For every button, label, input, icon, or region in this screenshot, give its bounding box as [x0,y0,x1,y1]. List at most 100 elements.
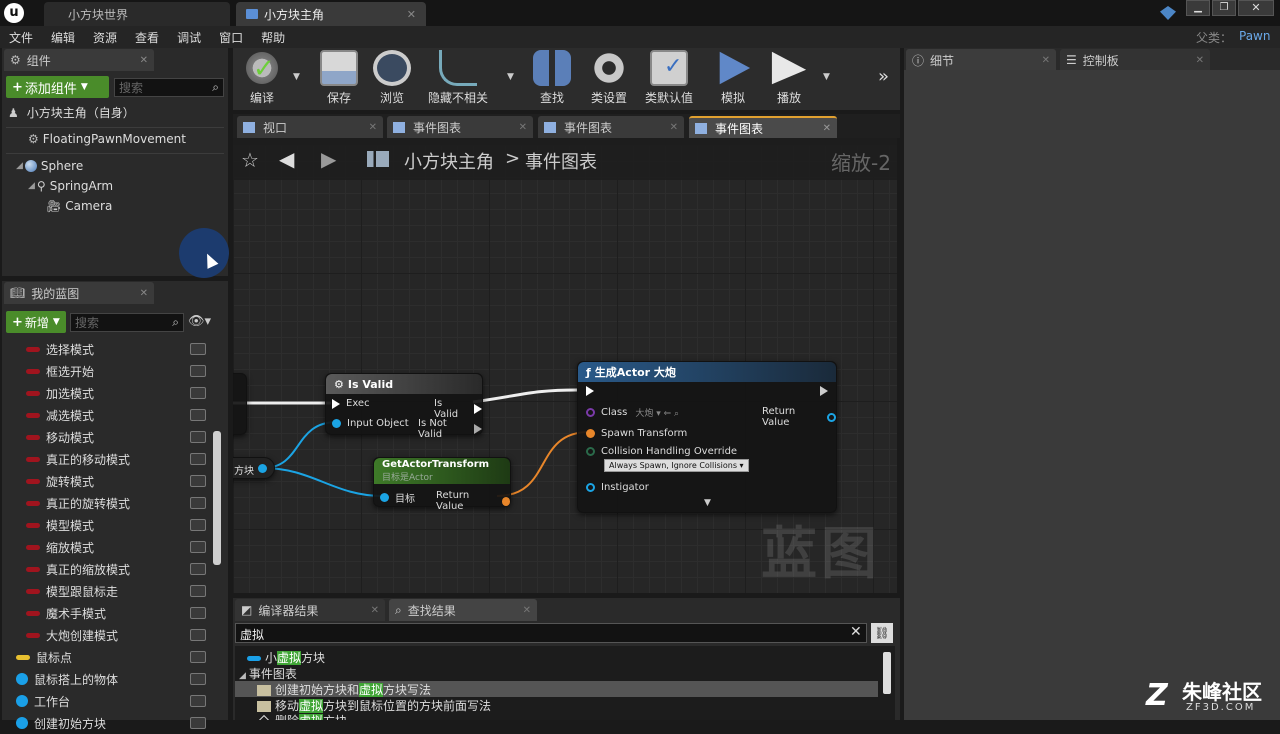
visibility-toggle-icon[interactable] [190,343,206,355]
tab-viewport[interactable]: 视口 ✕ [237,116,383,138]
graph-canvas[interactable]: 方块 ⚙ Is Valid Exec Input Object Is Valid… [233,145,897,593]
menu-debug[interactable]: 调试 [168,29,210,46]
find-all-button[interactable]: ⛓ [871,623,893,643]
variable-item[interactable]: 工作台 [12,690,212,712]
tab-event-graph-2[interactable]: 事件图表 ✕ [538,116,684,138]
pin-instigator[interactable]: Instigator [586,482,649,493]
visibility-toggle-icon[interactable] [190,717,206,729]
tab-event-graph-3[interactable]: 事件图表 ✕ [689,116,837,138]
add-component-button[interactable]: + 添加组件 ▼ [6,76,109,98]
breadcrumb-current[interactable]: 事件图表 [525,148,597,174]
visibility-toggle-icon[interactable] [190,475,206,487]
results-scrollbar[interactable] [883,652,891,694]
variable-item[interactable]: 框选开始 [12,360,212,382]
variable-item[interactable]: 创建初始方块 [12,712,212,734]
visibility-toggle-icon[interactable] [190,431,206,443]
visibility-toggle-icon[interactable] [190,673,206,685]
variable-node[interactable]: 方块 [233,457,275,479]
close-icon[interactable]: ✕ [140,288,148,299]
result-item[interactable]: ◢ 事件图表 [239,665,297,682]
component-item-sphere[interactable]: ◢ Sphere [16,159,83,173]
tab-event-graph-1[interactable]: 事件图表 ✕ [387,116,533,138]
clear-icon[interactable]: ✕ [850,624,862,640]
visibility-toggle-icon[interactable] [190,453,206,465]
visibility-toggle-icon[interactable] [190,563,206,575]
view-options-eye-icon[interactable]: 👁︎▾ [188,314,211,329]
close-icon[interactable]: ✕ [823,123,831,134]
variable-item[interactable]: 模型模式 [12,514,212,536]
close-icon[interactable]: ✕ [1196,55,1204,66]
visibility-toggle-icon[interactable] [190,409,206,421]
hide-options-chevron-icon[interactable]: ▼ [507,72,514,82]
component-item-springarm[interactable]: ◢ ⚲ SpringArm [28,179,113,193]
blueprint-search-input[interactable]: 搜索 ⌕ [70,313,184,332]
pin-is-not-valid[interactable]: Is Not Valid [418,418,482,440]
tab-palette[interactable]: ☰ 控制板 ✕ [1060,49,1210,71]
back-arrow-icon[interactable]: ◀ [279,147,294,171]
close-icon[interactable]: ✕ [1042,55,1050,66]
visibility-toggle-icon[interactable] [190,695,206,707]
pin-target[interactable]: 目标 [380,490,415,505]
find-input[interactable]: 虚拟 ✕ [235,623,867,643]
hide-unrelated-button[interactable]: 隐藏不相关 [425,48,491,110]
collision-dropdown[interactable]: Always Spawn, Ignore Collisions ▾ [604,459,749,472]
class-defaults-button[interactable]: ✓ 类默认值 [641,48,697,110]
expand-pins-icon[interactable]: ▼ [704,498,711,508]
star-icon[interactable]: ☆ [241,148,259,172]
expand-arrow-icon[interactable]: ◢ [16,161,23,171]
class-settings-button[interactable]: 类设置 [583,48,635,110]
result-item-selected[interactable]: 创建初始方块和虚拟方块写法 [235,681,878,697]
variable-item[interactable]: 旋转模式 [12,470,212,492]
toolbar-overflow-icon[interactable]: » [878,66,889,87]
result-item[interactable]: 删除虚拟方块 [235,712,347,720]
component-item-camera[interactable]: 🎥︎ Camera [46,199,112,213]
variable-item[interactable]: 选择模式 [12,338,212,360]
tab-find-results[interactable]: ⌕ 查找结果 ✕ [389,599,537,621]
parent-class-value[interactable]: Pawn [1239,29,1270,43]
close-icon[interactable]: ✕ [369,122,377,133]
compile-options-chevron-icon[interactable]: ▼ [293,72,300,82]
pin-return-value[interactable]: Return Value [762,406,836,428]
expand-arrow-icon[interactable]: ◢ [28,181,35,191]
breadcrumb-root[interactable]: 小方块主角 [404,148,494,174]
variable-item[interactable]: 真正的旋转模式 [12,492,212,514]
find-button[interactable]: 查找 [527,48,577,110]
menu-window[interactable]: 窗口 [210,29,252,46]
pin-is-valid[interactable]: Is Valid [434,398,482,420]
exec-in-pin[interactable] [586,386,594,396]
play-button[interactable]: 播放 [765,48,813,110]
menu-file[interactable]: 文件 [0,29,42,46]
visibility-toggle-icon[interactable] [190,497,206,509]
visibility-toggle-icon[interactable] [190,629,206,641]
visibility-toggle-icon[interactable] [190,651,206,663]
tab-world[interactable]: 小方块世界 [44,2,230,26]
minimize-button[interactable]: ▁ [1186,0,1210,16]
pin-object-out[interactable] [258,464,267,473]
simulate-button[interactable]: 模拟 [707,48,759,110]
result-item[interactable]: 小虚拟方块 [247,649,325,666]
components-tab[interactable]: ⚙ 组件 ✕ [4,49,154,71]
unreal-logo-icon[interactable]: u [4,3,24,23]
pin-spawn-transform[interactable]: Spawn Transform [586,428,687,439]
save-button[interactable]: 保存 [315,48,363,110]
variable-item[interactable]: 模型跟鼠标走 [12,580,212,602]
my-blueprint-tab[interactable]: 📖︎ 我的蓝图 ✕ [4,282,154,304]
component-item-movement[interactable]: ⚙ FloatingPawnMovement [28,132,186,146]
close-window-button[interactable]: ✕ [1238,0,1274,16]
notification-icon[interactable] [1160,6,1176,20]
pin-exec-in[interactable]: Exec [332,398,370,409]
new-button[interactable]: + 新增 ▼ [6,311,66,333]
variable-item[interactable]: 移动模式 [12,426,212,448]
menu-help[interactable]: 帮助 [252,29,294,46]
exec-out-pin[interactable] [820,386,828,396]
close-icon[interactable]: ✕ [519,122,527,133]
component-search-input[interactable]: 搜索 ⌕ [114,78,224,97]
menu-edit[interactable]: 编辑 [42,29,84,46]
maximize-button[interactable]: ❐ [1212,0,1236,16]
visibility-toggle-icon[interactable] [190,519,206,531]
variable-item[interactable]: 魔术手模式 [12,602,212,624]
pin-return-value[interactable]: Return Value [436,490,510,512]
compile-button[interactable]: ✓ 编译 [235,48,289,110]
variable-item[interactable]: 加选模式 [12,382,212,404]
pin-class[interactable]: Class 大炮 ▾ ⇐ ⌕ [586,406,679,419]
